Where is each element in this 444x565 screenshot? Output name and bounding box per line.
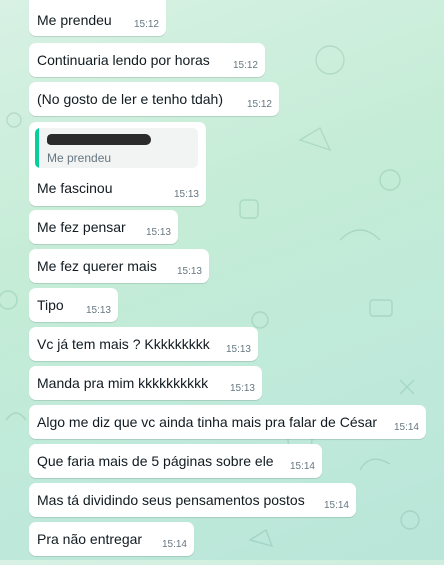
message-text: Me fascinou xyxy=(37,180,113,196)
message-bubble[interactable]: Que faria mais de 5 páginas sobre ele 15… xyxy=(29,444,322,478)
message-bubble[interactable]: Tipo 15:13 xyxy=(29,288,118,322)
message-time: 15:12 xyxy=(133,19,159,30)
message-time: 15:13 xyxy=(173,189,199,200)
message-bubble[interactable]: Me fez querer mais 15:13 xyxy=(29,249,209,283)
message-time: 15:13 xyxy=(85,305,111,316)
message-time: 15:13 xyxy=(225,344,251,355)
message-bubble[interactable]: Vc já tem mais ? Kkkkkkkkk 15:13 xyxy=(29,327,258,361)
message-time: 15:12 xyxy=(232,60,258,71)
message-text: Me fez querer mais xyxy=(37,258,157,274)
message-text: Que faria mais de 5 páginas sobre ele xyxy=(37,453,274,469)
message-bubble[interactable]: Algo me diz que vc ainda tinha mais pra … xyxy=(29,405,426,439)
message-time: 15:13 xyxy=(145,227,171,238)
message-text: Manda pra mim kkkkkkkkkk xyxy=(37,375,209,391)
redacted-author-name xyxy=(47,134,151,145)
quote-accent-bar xyxy=(35,128,39,168)
message-text: Algo me diz que vc ainda tinha mais pra … xyxy=(37,414,378,430)
message-bubble[interactable]: Me prendeu 15:12 xyxy=(29,0,166,36)
message-time: 15:12 xyxy=(246,99,272,110)
quoted-text: Me prendeu xyxy=(47,151,112,165)
message-bubble[interactable]: (No gosto de ler e tenho tdah) 15:12 xyxy=(29,82,279,116)
message-bubble[interactable]: Me fez pensar 15:13 xyxy=(29,210,178,244)
message-text: Me prendeu xyxy=(37,12,112,28)
message-text: Vc já tem mais ? Kkkkkkkkk xyxy=(37,336,210,352)
message-list: Me prendeu 15:12 Continuaria lendo por h… xyxy=(0,0,444,560)
message-text: Continuaria lendo por horas xyxy=(37,52,210,68)
quoted-message[interactable]: Me prendeu xyxy=(35,128,198,168)
message-time: 15:14 xyxy=(161,539,187,550)
message-text: (No gosto de ler e tenho tdah) xyxy=(37,91,224,107)
message-time: 15:14 xyxy=(289,461,315,472)
message-time: 15:14 xyxy=(323,500,349,511)
message-bubble[interactable]: Pra não entregar 15:14 xyxy=(29,522,194,556)
message-text: Tipo xyxy=(37,297,64,313)
message-time: 15:13 xyxy=(229,383,255,394)
reply-message-bubble[interactable]: Me prendeu Me fascinou 15:13 xyxy=(29,122,206,206)
message-text: Mas tá dividindo seus pensamentos postos xyxy=(37,492,305,508)
message-bubble[interactable]: Manda pra mim kkkkkkkkkk 15:13 xyxy=(29,366,262,400)
message-text: Pra não entregar xyxy=(37,531,143,547)
message-bubble[interactable]: Mas tá dividindo seus pensamentos postos… xyxy=(29,483,356,517)
message-time: 15:14 xyxy=(393,422,419,433)
message-bubble[interactable]: Continuaria lendo por horas 15:12 xyxy=(29,43,265,77)
message-text: Me fez pensar xyxy=(37,219,126,235)
message-time: 15:13 xyxy=(176,266,202,277)
